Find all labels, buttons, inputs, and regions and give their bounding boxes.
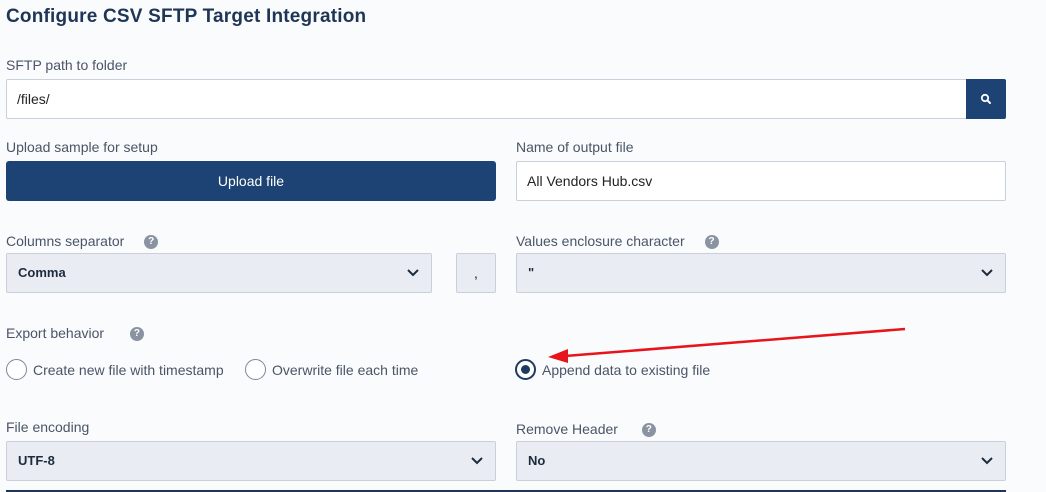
annotation-arrow — [548, 327, 906, 363]
file-encoding-value: UTF-8 — [18, 453, 55, 468]
chevron-down-icon — [471, 457, 483, 465]
remove-header-label: Remove Header — [516, 421, 618, 437]
remove-header-select[interactable]: No — [516, 441, 1006, 481]
remove-header-label-row: Remove Header ? — [516, 421, 656, 438]
file-encoding-label: File encoding — [6, 419, 90, 435]
remove-header-value: No — [528, 453, 546, 468]
help-icon[interactable]: ? — [641, 423, 656, 438]
file-encoding-select[interactable]: UTF-8 — [6, 441, 496, 481]
chevron-down-icon — [981, 457, 993, 465]
